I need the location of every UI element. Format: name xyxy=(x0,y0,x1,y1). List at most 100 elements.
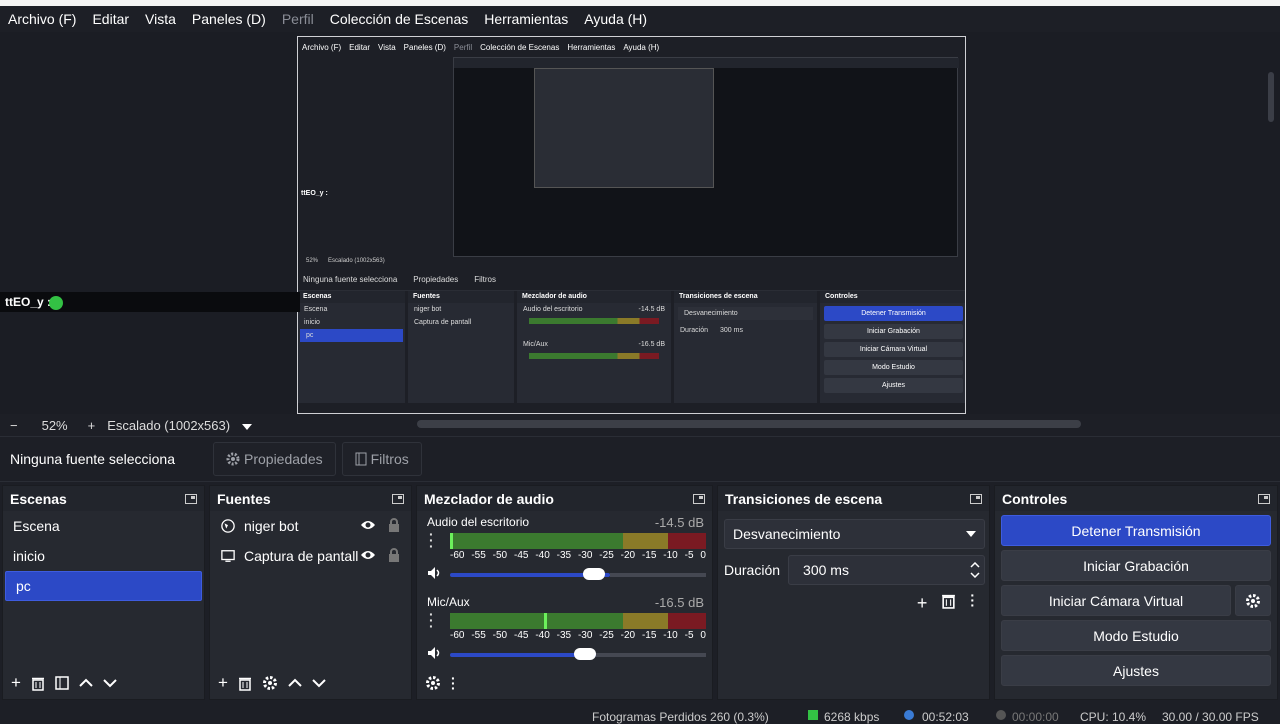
gear-icon[interactable] xyxy=(262,675,278,691)
kebab-menu-icon[interactable]: · · · xyxy=(429,607,434,633)
duration-input[interactable]: 300 ms xyxy=(788,555,985,585)
tick: -10 xyxy=(663,550,678,561)
duration-stepper[interactable] xyxy=(970,562,984,578)
stream-icon xyxy=(904,710,914,720)
tick: -45 xyxy=(513,550,529,561)
source-item[interactable]: Captura de pantall xyxy=(210,541,411,571)
zoom-in-button[interactable]: + xyxy=(82,418,102,433)
zoom-level: 52% xyxy=(41,417,68,433)
record-time: 00:00:00 xyxy=(1012,710,1059,724)
trash-icon[interactable] xyxy=(31,676,45,691)
undock-icon[interactable] xyxy=(392,493,404,504)
properties-button[interactable]: Propiedades xyxy=(213,442,336,476)
nested-scene-item: inicio xyxy=(304,319,320,326)
cpu-usage: CPU: 10.4% xyxy=(1080,710,1147,724)
move-down-icon[interactable] xyxy=(103,678,117,688)
filter-icon xyxy=(355,452,367,466)
add-icon[interactable]: + xyxy=(917,593,928,614)
start-recording-button[interactable]: Iniciar Grabación xyxy=(1001,550,1271,581)
lock-icon[interactable] xyxy=(388,548,400,562)
kebab-menu-icon[interactable]: · · · xyxy=(451,671,456,695)
lock-icon[interactable] xyxy=(388,518,400,532)
stop-stream-button[interactable]: Detener Transmisión xyxy=(1001,515,1271,546)
filter-icon[interactable] xyxy=(55,676,69,690)
chevron-up-icon[interactable] xyxy=(970,562,980,568)
mixer-dock: Mezclador de audio Audio del escritorio … xyxy=(416,485,713,700)
studio-mode-button[interactable]: Modo Estudio xyxy=(1001,620,1271,651)
nested-transitions-title: Transiciones de escena xyxy=(674,291,817,303)
nested-scenes-title: Escenas xyxy=(298,291,405,303)
menu-paneles[interactable]: Paneles (D) xyxy=(184,11,274,27)
tick: -5 xyxy=(684,630,694,641)
tick: -15 xyxy=(641,550,657,561)
add-icon[interactable]: + xyxy=(11,673,21,693)
speaker-icon[interactable] xyxy=(427,646,443,660)
nested-menu-item: Editar xyxy=(349,42,371,52)
nested-track-db: -16.5 dB xyxy=(638,341,665,348)
nested-transitions-dock: Transiciones de escena Desvanecimiento D… xyxy=(674,291,817,403)
add-icon[interactable]: + xyxy=(218,673,228,693)
undock-icon[interactable] xyxy=(1258,493,1270,504)
eye-icon[interactable] xyxy=(360,549,376,561)
move-up-icon[interactable] xyxy=(79,678,93,688)
scaling-dropdown-icon[interactable] xyxy=(236,418,258,433)
monitor-icon xyxy=(221,550,235,562)
tick: -20 xyxy=(620,630,636,641)
zoom-out-button[interactable]: − xyxy=(4,418,24,433)
speaker-icon[interactable] xyxy=(427,566,443,580)
sources-header: Fuentes xyxy=(210,486,411,511)
volume-slider-knob[interactable] xyxy=(574,648,596,660)
source-item[interactable]: niger bot xyxy=(210,511,411,541)
scene-item-selected[interactable]: pc xyxy=(5,571,202,601)
menu-coleccion-escenas[interactable]: Colección de Escenas xyxy=(322,11,477,27)
mixer-header: Mezclador de audio xyxy=(417,486,712,511)
track-db: -14.5 dB xyxy=(654,515,704,530)
nested-menu-item: Paneles (D) xyxy=(403,42,446,52)
advanced-audio-gear-icon[interactable] xyxy=(425,675,441,691)
volume-slider[interactable] xyxy=(450,568,706,580)
meter-ticks: -60 -55 -50 -45 -40 -35 -30 -25 -20 -15 -10 -5 0 xyxy=(450,630,706,641)
undock-icon[interactable] xyxy=(693,493,705,504)
tick: -50 xyxy=(492,630,508,641)
scene-item[interactable]: inicio xyxy=(3,541,204,571)
kebab-menu-icon[interactable]: · · · xyxy=(429,527,434,553)
no-source-label: Ninguna fuente selecciona xyxy=(10,451,176,467)
virtual-camera-settings-button[interactable] xyxy=(1235,585,1271,616)
volume-slider[interactable] xyxy=(450,648,706,660)
volume-slider-knob[interactable] xyxy=(583,568,605,580)
source-bar: Ninguna fuente selecciona Propiedades Fi… xyxy=(0,436,1280,482)
undock-icon[interactable] xyxy=(970,493,982,504)
preview-vertical-scrollbar[interactable] xyxy=(1268,72,1274,122)
filters-button[interactable]: Filtros xyxy=(341,442,422,476)
menu-archivo[interactable]: Archivo (F) xyxy=(0,11,84,27)
undock-icon[interactable] xyxy=(185,493,197,504)
settings-button[interactable]: Ajustes xyxy=(1001,655,1271,686)
trash-icon[interactable] xyxy=(238,676,252,691)
nested-duration-value: 300 ms xyxy=(720,327,743,334)
kebab-menu-icon[interactable]: · · · xyxy=(970,588,975,614)
move-up-icon[interactable] xyxy=(288,678,302,688)
chat-emote-icon xyxy=(49,296,63,310)
menu-bar: Archivo (F) Editar Vista Paneles (D) Per… xyxy=(0,6,1280,32)
scenes-footer: + xyxy=(3,667,204,699)
transition-select[interactable]: Desvanecimiento xyxy=(724,519,985,549)
menu-editar[interactable]: Editar xyxy=(84,11,137,27)
menu-herramientas[interactable]: Herramientas xyxy=(476,11,576,27)
trash-icon[interactable] xyxy=(941,593,956,609)
menu-perfil[interactable]: Perfil xyxy=(274,11,322,27)
move-down-icon[interactable] xyxy=(312,678,326,688)
nested-scenes-dock: Escenas Escena inicio pc xyxy=(298,291,405,403)
menu-ayuda[interactable]: Ayuda (H) xyxy=(576,11,655,27)
chevron-down-icon[interactable] xyxy=(970,572,980,578)
mixer-track: Mic/Aux -16.5 dB · · · -60 -55 -50 -45 -40 -35-… xyxy=(417,591,712,671)
preview-horizontal-scrollbar[interactable] xyxy=(417,420,1081,428)
scene-item[interactable]: Escena xyxy=(3,511,204,541)
transitions-header: Transiciones de escena xyxy=(718,486,989,511)
nested-source-item: Captura de pantall xyxy=(414,319,472,326)
menu-vista[interactable]: Vista xyxy=(137,11,184,27)
nested-source-bar: Ninguna fuente selecciona Propiedades Fi… xyxy=(298,269,965,291)
tick: -20 xyxy=(620,550,636,561)
tick: -55 xyxy=(471,630,486,641)
eye-icon[interactable] xyxy=(360,519,376,531)
virtual-camera-button[interactable]: Iniciar Cámara Virtual xyxy=(1001,585,1231,616)
